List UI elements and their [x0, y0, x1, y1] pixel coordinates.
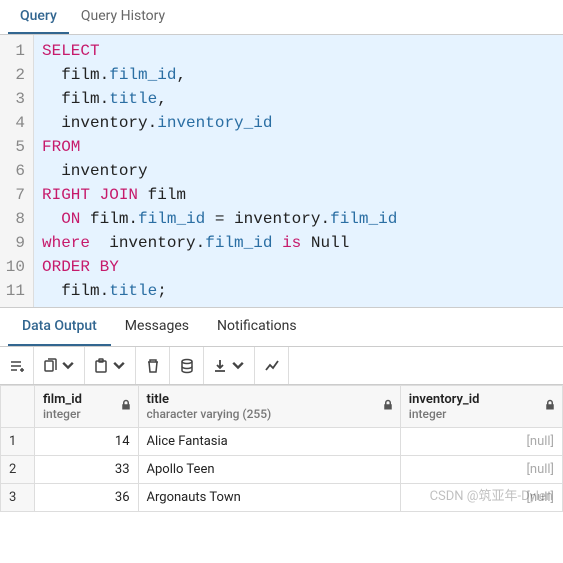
- cell-film-id[interactable]: 14: [35, 428, 139, 456]
- line-gutter: 1234567891011: [0, 35, 34, 307]
- download-icon: [212, 358, 228, 374]
- row-number-header: [1, 386, 35, 428]
- column-header-title[interactable]: title character varying (255): [138, 386, 400, 428]
- cell-inventory-id[interactable]: [null]: [400, 456, 562, 484]
- watermark: CSDN @筑亚年-Dylen: [430, 485, 553, 504]
- cell-title[interactable]: Alice Fantasia: [138, 428, 400, 456]
- delete-button[interactable]: [136, 347, 170, 384]
- copy-button[interactable]: [34, 347, 85, 384]
- chart-icon: [264, 358, 280, 374]
- trash-icon: [145, 358, 161, 374]
- chevron-down-icon: [230, 358, 246, 374]
- save-data-button[interactable]: [170, 347, 204, 384]
- paste-button[interactable]: [85, 347, 136, 384]
- lock-icon: [544, 399, 556, 415]
- row-number: 2: [1, 456, 35, 484]
- results-toolbar: [0, 347, 563, 385]
- add-row-button[interactable]: [0, 347, 34, 384]
- results-tabs: Data Output Messages Notifications: [0, 308, 563, 347]
- cell-film-id[interactable]: 33: [35, 456, 139, 484]
- chevron-down-icon: [111, 358, 127, 374]
- add-row-icon: [9, 358, 25, 374]
- sql-editor[interactable]: 1234567891011 SELECT film.film_id, film.…: [0, 35, 563, 308]
- row-number: 3: [1, 484, 35, 512]
- chart-button[interactable]: [255, 347, 289, 384]
- sql-code[interactable]: SELECT film.film_id, film.title, invento…: [34, 35, 563, 307]
- copy-icon: [42, 358, 58, 374]
- cell-title[interactable]: Argonauts Town: [138, 484, 400, 512]
- lock-icon: [120, 399, 132, 415]
- table-row[interactable]: 2 33 Apollo Teen [null]: [1, 456, 563, 484]
- editor-tabs: Query Query History: [0, 0, 563, 35]
- column-header-film-id[interactable]: film_id integer: [35, 386, 139, 428]
- download-button[interactable]: [204, 347, 255, 384]
- database-icon: [179, 358, 195, 374]
- tab-query-history[interactable]: Query History: [69, 0, 177, 34]
- cell-film-id[interactable]: 36: [35, 484, 139, 512]
- row-number: 1: [1, 428, 35, 456]
- tab-messages[interactable]: Messages: [111, 308, 203, 346]
- lock-icon: [382, 399, 394, 415]
- cell-inventory-id[interactable]: [null]: [400, 428, 562, 456]
- table-row[interactable]: 1 14 Alice Fantasia [null]: [1, 428, 563, 456]
- paste-icon: [93, 358, 109, 374]
- tab-query[interactable]: Query: [8, 0, 69, 34]
- tab-data-output[interactable]: Data Output: [8, 308, 111, 346]
- column-header-inventory-id[interactable]: inventory_id integer: [400, 386, 562, 428]
- cell-title[interactable]: Apollo Teen: [138, 456, 400, 484]
- tab-notifications[interactable]: Notifications: [203, 308, 311, 346]
- chevron-down-icon: [60, 358, 76, 374]
